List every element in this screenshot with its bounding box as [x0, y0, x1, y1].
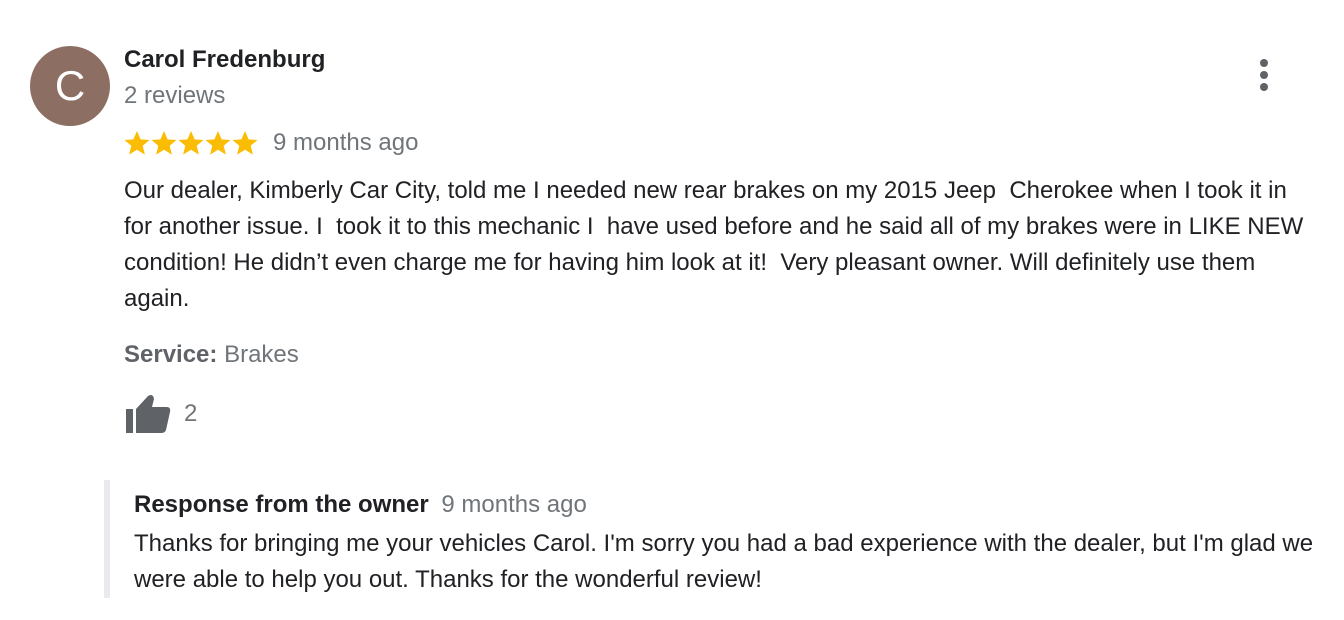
rating-row: 9 months ago	[124, 126, 418, 160]
star-icon	[232, 131, 258, 155]
thumb-up-icon	[126, 395, 171, 433]
review-text: Our dealer, Kimberly Car City, told me I…	[124, 177, 1310, 312]
like-row: 2	[124, 392, 197, 436]
avatar[interactable]: C	[30, 46, 110, 126]
star-icon	[124, 131, 150, 155]
service-label: Service:	[124, 341, 218, 368]
like-button[interactable]	[124, 392, 172, 436]
star-icon	[151, 131, 177, 155]
reviewer-review-count: 2 reviews	[124, 82, 226, 109]
owner-response-text: Thanks for bringing me your vehicles Car…	[134, 530, 1314, 593]
response-divider	[104, 480, 110, 598]
star-icon	[205, 131, 231, 155]
star-rating	[124, 130, 259, 156]
owner-response-header: Response from the owner 9 months ago	[134, 491, 587, 519]
star-icon	[178, 131, 204, 155]
review-date: 9 months ago	[273, 129, 419, 156]
more-vert-icon	[1260, 59, 1268, 91]
reviewer-name[interactable]: Carol Fredenburg	[124, 46, 325, 74]
service-row: Service: Brakes	[124, 341, 299, 369]
owner-response-title: Response from the owner	[134, 491, 429, 518]
like-count: 2	[184, 400, 198, 427]
owner-response-date: 9 months ago	[441, 491, 587, 518]
more-options-button[interactable]	[1248, 56, 1280, 96]
service-value: Brakes	[224, 341, 299, 368]
